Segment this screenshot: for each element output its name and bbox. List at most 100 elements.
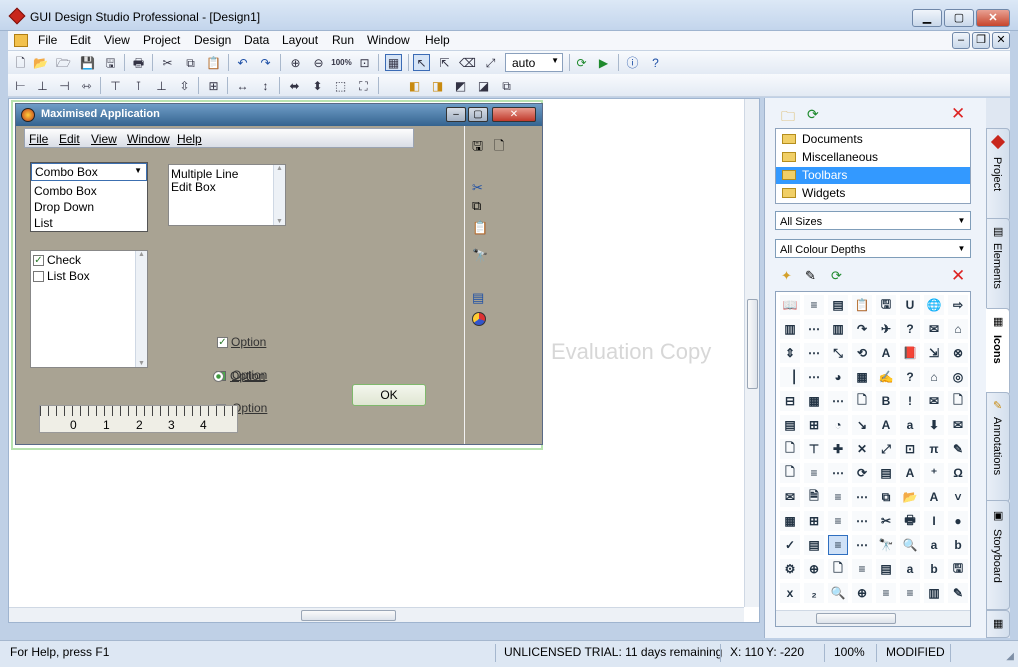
icon-palette-item[interactable]: a xyxy=(900,415,920,435)
icon-palette-item[interactable]: ✂ xyxy=(876,511,896,531)
checkbox-icon[interactable] xyxy=(33,271,44,283)
icon-palette-item[interactable]: ⋯ xyxy=(852,487,872,507)
mock-window[interactable]: Maximised Application – ▢ ✕ File Edit Vi… xyxy=(15,103,543,445)
bring-front-icon[interactable]: ◧ xyxy=(406,77,423,94)
icon-palette-item[interactable]: ? xyxy=(900,367,920,387)
icon-palette-item[interactable]: ✉ xyxy=(924,319,944,339)
icon-palette-item[interactable]: ⋯ xyxy=(804,367,824,387)
menu-run[interactable]: Run xyxy=(332,33,354,47)
icon-palette-item[interactable]: Ω xyxy=(948,463,968,483)
size-to-fit-icon[interactable]: ⛶ xyxy=(355,77,372,94)
tab-project[interactable]: Project xyxy=(986,128,1010,222)
icon-palette-item[interactable]: ⟳ xyxy=(852,463,872,483)
icon-palette-item[interactable]: ▤ xyxy=(780,415,800,435)
list-item[interactable]: List xyxy=(34,216,53,230)
icon-palette-item[interactable]: ≡ xyxy=(900,583,920,603)
scroll-thumb[interactable] xyxy=(816,613,896,624)
menu-view[interactable]: View xyxy=(104,33,130,47)
new-folder-icon[interactable]: 🗀 xyxy=(781,106,795,130)
menu-design[interactable]: Design xyxy=(194,33,231,47)
icon-grid-scrollbar[interactable] xyxy=(776,610,970,626)
icon-palette-item[interactable]: ⌂ xyxy=(948,319,968,339)
icon-palette-item[interactable]: ⋯ xyxy=(852,511,872,531)
maximize-button[interactable]: ▢ xyxy=(944,9,974,27)
zoom-select[interactable]: auto ▼ xyxy=(505,53,563,72)
icon-palette-item[interactable]: U xyxy=(900,295,920,315)
icon-palette-item[interactable]: ⤢ xyxy=(876,439,896,459)
menu-help[interactable]: Help xyxy=(425,33,450,47)
icon-palette-item[interactable]: ✚ xyxy=(828,439,848,459)
icon-palette-item[interactable]: ≡ xyxy=(828,511,848,531)
copy-icon[interactable]: ⧉ xyxy=(182,54,199,71)
same-width-icon[interactable]: ⬌ xyxy=(286,77,303,94)
icon-palette-item[interactable]: 🖶 xyxy=(900,511,920,531)
icon-palette-item[interactable]: ✈ xyxy=(876,319,896,339)
tab-annotations[interactable]: ✎ Annotations xyxy=(986,392,1010,502)
icon-palette-item[interactable]: A xyxy=(900,463,920,483)
delete-icons-button[interactable]: ✕ xyxy=(951,266,965,286)
menu-window[interactable]: Window xyxy=(367,33,410,47)
icon-palette-item[interactable]: A xyxy=(876,343,896,363)
icon-palette-item[interactable]: 📋 xyxy=(852,295,872,315)
group-icon[interactable]: ⧉ xyxy=(498,77,515,94)
icon-palette-item[interactable]: ⇨ xyxy=(948,295,968,315)
tab-extra[interactable]: ▦ xyxy=(986,610,1010,638)
mock-menu-file[interactable]: File xyxy=(29,132,48,146)
icon-palette-item[interactable]: ˅ xyxy=(948,487,968,507)
mock-option-3[interactable]: ✓ Option xyxy=(217,335,266,349)
list-item[interactable]: ✓ Check xyxy=(33,253,81,267)
center-vertical-icon[interactable]: ⇳ xyxy=(176,77,193,94)
icon-palette-item[interactable]: x xyxy=(780,583,800,603)
icon-palette-item[interactable]: b xyxy=(948,535,968,555)
list-item[interactable]: Miscellaneous xyxy=(776,149,970,166)
mock-pie-icon[interactable] xyxy=(472,312,486,326)
edit-icon-button[interactable]: ✎ xyxy=(805,268,816,284)
icon-palette-item[interactable]: ✕ xyxy=(852,439,872,459)
icon-palette-item[interactable]: ⇕ xyxy=(780,343,800,363)
mock-menu-window[interactable]: Window xyxy=(127,132,170,146)
canvas-horizontal-scrollbar[interactable] xyxy=(9,607,744,622)
refresh-icons-button[interactable]: ⟳ xyxy=(831,268,842,284)
mock-combo-value[interactable]: Combo Box ▼ xyxy=(31,163,147,181)
menu-project[interactable]: Project xyxy=(143,33,180,47)
icon-palette-item[interactable]: π xyxy=(924,439,944,459)
info-icon[interactable]: ⓘ xyxy=(624,54,641,71)
zoom-out-icon[interactable]: ⊖ xyxy=(310,54,327,71)
icon-palette-item[interactable]: ! xyxy=(900,391,920,411)
connector-icon[interactable]: ⤢ xyxy=(482,54,499,71)
folder-list[interactable]: Documents Miscellaneous Toolbars Widgets xyxy=(775,128,971,204)
list-item[interactable]: Documents xyxy=(776,131,970,148)
select-tool-icon[interactable]: ⇱ xyxy=(436,54,453,71)
icon-palette-item[interactable]: ▤ xyxy=(828,295,848,315)
icon-palette-item[interactable]: A xyxy=(924,487,944,507)
refresh-icon[interactable]: ⟳ xyxy=(573,54,590,71)
icon-palette-item[interactable]: ● xyxy=(948,511,968,531)
scroll-thumb[interactable] xyxy=(301,610,396,621)
icon-palette-item[interactable]: ▤ xyxy=(804,535,824,555)
icon-palette-item[interactable]: ✉ xyxy=(924,391,944,411)
align-right-icon[interactable]: ⊣ xyxy=(56,77,73,94)
icon-palette-item[interactable]: ₂ xyxy=(804,583,824,603)
icon-palette-item[interactable]: 🗋 xyxy=(948,391,968,411)
mock-ok-button[interactable]: OK xyxy=(352,384,426,406)
menu-layout[interactable]: Layout xyxy=(282,33,318,47)
icon-palette-item[interactable]: ✎ xyxy=(948,583,968,603)
icon-palette-item[interactable]: 📖 xyxy=(780,295,800,315)
align-left-icon[interactable]: ⊢ xyxy=(12,77,29,94)
tab-icons[interactable]: ▦ Icons xyxy=(986,308,1010,396)
context-help-icon[interactable]: ? xyxy=(647,54,664,71)
icon-palette-item[interactable]: ✍ xyxy=(876,367,896,387)
icon-palette-item[interactable]: ⋯ xyxy=(828,463,848,483)
icon-palette-item[interactable]: ▦ xyxy=(804,391,824,411)
icon-palette-item[interactable]: B xyxy=(876,391,896,411)
icon-palette-item[interactable]: 🖫 xyxy=(948,559,968,579)
icon-palette-item[interactable]: ◎ xyxy=(948,367,968,387)
send-backward-icon[interactable]: ◩ xyxy=(452,77,469,94)
icon-palette-item[interactable]: 🌐 xyxy=(924,295,944,315)
icon-palette-item[interactable]: ✓ xyxy=(780,535,800,555)
icon-palette-item[interactable]: ⧉ xyxy=(876,487,896,507)
icon-palette-item[interactable]: I xyxy=(924,511,944,531)
icon-palette-item[interactable]: ⊡ xyxy=(900,439,920,459)
list-item[interactable]: Combo Box xyxy=(34,184,97,198)
icon-palette-item[interactable]: ✉ xyxy=(948,415,968,435)
